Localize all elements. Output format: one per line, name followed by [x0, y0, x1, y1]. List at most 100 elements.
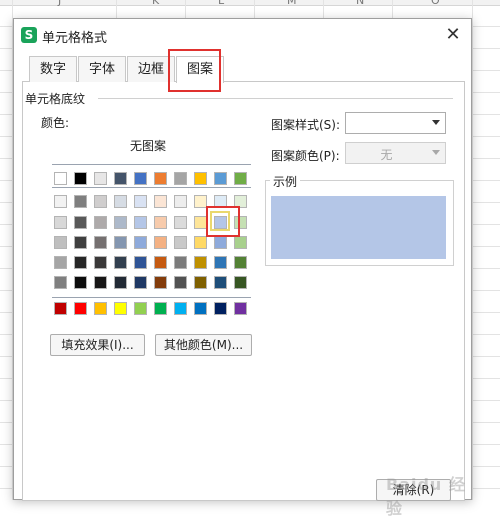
standard-color-swatch[interactable] [194, 302, 207, 315]
color-swatch[interactable] [94, 256, 107, 269]
color-swatch[interactable] [194, 216, 207, 229]
color-swatch[interactable] [74, 256, 87, 269]
close-icon[interactable]: ✕ [443, 25, 463, 45]
color-swatch[interactable] [54, 276, 67, 289]
color-swatch[interactable] [114, 195, 127, 208]
color-swatch[interactable] [114, 172, 127, 185]
column-header-bar: J K L M N O [0, 0, 500, 7]
tab-font[interactable]: 字体 [78, 56, 127, 82]
color-swatch[interactable] [134, 216, 147, 229]
chevron-down-icon [432, 120, 440, 125]
column-letter: M [287, 0, 297, 7]
fill-effects-button[interactable]: 填充效果(I)... [50, 334, 145, 356]
color-swatch[interactable] [234, 256, 247, 269]
color-swatch[interactable] [74, 216, 87, 229]
tab-number[interactable]: 数字 [29, 56, 78, 82]
color-swatch[interactable] [174, 236, 187, 249]
pattern-color-value: 无 [380, 148, 393, 162]
color-swatch[interactable] [174, 276, 187, 289]
color-swatch[interactable] [214, 236, 227, 249]
color-swatch[interactable] [194, 276, 207, 289]
color-swatch[interactable] [134, 256, 147, 269]
standard-color-swatch[interactable] [114, 302, 127, 315]
color-swatch[interactable] [154, 236, 167, 249]
color-swatch[interactable] [234, 172, 247, 185]
color-swatch[interactable] [234, 276, 247, 289]
tab-pattern[interactable]: 图案 [176, 56, 225, 83]
column-letter: N [356, 0, 365, 7]
color-swatch[interactable] [194, 172, 207, 185]
color-swatch[interactable] [74, 172, 87, 185]
color-swatch[interactable] [174, 256, 187, 269]
standard-color-swatch[interactable] [234, 302, 247, 315]
grid-line [472, 0, 473, 500]
color-swatch[interactable] [114, 216, 127, 229]
color-swatch[interactable] [154, 256, 167, 269]
standard-color-swatch[interactable] [174, 302, 187, 315]
format-cells-dialog: S 单元格格式 ✕ 数字 字体 边框 图案 单元格底纹 颜色: 无图案 填充效果… [13, 18, 472, 518]
color-swatch[interactable] [214, 172, 227, 185]
color-swatch[interactable] [134, 236, 147, 249]
standard-color-swatch[interactable] [74, 302, 87, 315]
color-swatch[interactable] [234, 195, 247, 208]
color-swatch[interactable] [174, 216, 187, 229]
color-swatch[interactable] [94, 172, 107, 185]
standard-color-swatch[interactable] [94, 302, 107, 315]
tab-strip: 数字 字体 边框 图案 [29, 56, 225, 83]
pattern-style-select[interactable] [345, 112, 446, 134]
column-letter: L [218, 0, 225, 7]
color-swatch[interactable] [234, 216, 247, 229]
color-swatch[interactable] [194, 256, 207, 269]
pattern-color-select[interactable]: 无 [345, 142, 446, 164]
sample-preview [271, 196, 446, 259]
color-swatch[interactable] [134, 195, 147, 208]
color-swatch[interactable] [174, 172, 187, 185]
color-swatch[interactable] [154, 216, 167, 229]
color-swatch[interactable] [154, 276, 167, 289]
color-swatch[interactable] [74, 236, 87, 249]
color-swatch[interactable] [134, 276, 147, 289]
dialog-title-bar[interactable]: S 单元格格式 ✕ [14, 19, 471, 51]
color-swatch[interactable] [114, 236, 127, 249]
palette-divider [52, 187, 251, 188]
chevron-down-icon [432, 150, 440, 155]
color-swatch[interactable] [154, 172, 167, 185]
color-swatch[interactable] [214, 195, 227, 208]
color-swatch[interactable] [134, 172, 147, 185]
column-letter: O [431, 0, 440, 7]
color-swatch[interactable] [194, 195, 207, 208]
color-swatch[interactable] [54, 256, 67, 269]
standard-color-swatch[interactable] [154, 302, 167, 315]
cell-shading-heading: 单元格底纹 [25, 90, 90, 107]
color-swatch[interactable] [114, 256, 127, 269]
color-swatch[interactable] [54, 172, 67, 185]
color-swatch[interactable] [74, 276, 87, 289]
color-swatch[interactable] [214, 256, 227, 269]
color-swatch[interactable] [94, 236, 107, 249]
sample-label: 示例 [270, 173, 301, 190]
color-swatch[interactable] [94, 195, 107, 208]
color-swatch[interactable] [94, 276, 107, 289]
more-colors-button[interactable]: 其他颜色(M)... [155, 334, 252, 356]
standard-color-swatch[interactable] [54, 302, 67, 315]
color-swatch[interactable] [214, 216, 227, 229]
color-swatch[interactable] [54, 195, 67, 208]
color-swatch[interactable] [154, 195, 167, 208]
color-swatch[interactable] [74, 195, 87, 208]
no-pattern-option[interactable]: 无图案 [130, 137, 166, 154]
palette-divider [52, 164, 251, 165]
color-label: 颜色: [41, 116, 70, 130]
color-swatch[interactable] [94, 216, 107, 229]
color-swatch[interactable] [114, 276, 127, 289]
color-swatch[interactable] [234, 236, 247, 249]
color-swatch[interactable] [54, 216, 67, 229]
tab-border[interactable]: 边框 [127, 56, 176, 82]
standard-color-swatch[interactable] [134, 302, 147, 315]
dialog-title: 单元格格式 [42, 31, 108, 46]
color-swatch[interactable] [174, 195, 187, 208]
clear-button[interactable]: 清除(R) [376, 479, 451, 501]
color-swatch[interactable] [194, 236, 207, 249]
standard-color-swatch[interactable] [214, 302, 227, 315]
color-swatch[interactable] [54, 236, 67, 249]
color-swatch[interactable] [214, 276, 227, 289]
